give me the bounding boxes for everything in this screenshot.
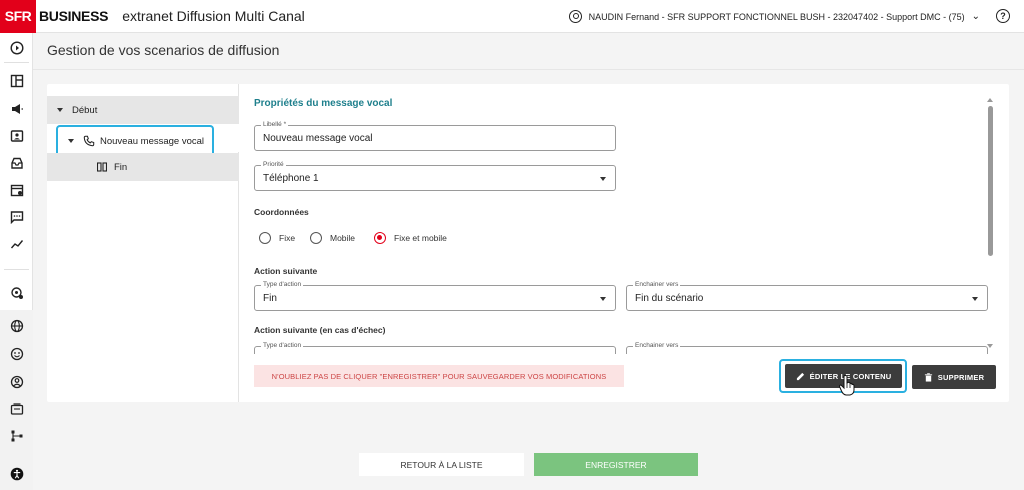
priorite-value: Téléphone 1: [263, 173, 319, 184]
enchainer-vers-echec-select[interactable]: Enchainer vers: [626, 342, 988, 354]
inbox-icon[interactable]: [0, 149, 33, 176]
back-to-list-button[interactable]: RETOUR À LA LISTE: [359, 453, 524, 476]
contact-card-icon[interactable]: [0, 122, 33, 149]
top-header: SFR BUSINESS extranet Diffusion Multi Ca…: [0, 0, 1024, 33]
message-icon[interactable]: [0, 203, 33, 230]
end-node-icon: [97, 162, 107, 172]
sfr-business-logo[interactable]: SFR BUSINESS: [0, 0, 108, 33]
radio-circle[interactable]: [310, 232, 322, 244]
type-action-label: Type d'action: [261, 281, 304, 288]
coordonnees-label: Coordonnées: [254, 207, 309, 217]
scroll-up-arrow-icon[interactable]: [987, 98, 993, 102]
play-circle-icon[interactable]: [0, 34, 33, 61]
accessibility-icon[interactable]: [0, 460, 33, 487]
folder-icon[interactable]: [0, 395, 33, 422]
priorite-label: Priorité: [261, 161, 286, 168]
tree-node-label: Fin: [114, 161, 128, 173]
form-scrollbar[interactable]: [985, 98, 995, 350]
delete-button[interactable]: SUPPRIMER: [912, 365, 996, 389]
section-title: Propriétés du message vocal: [254, 98, 393, 109]
hand-cursor-icon: [838, 375, 855, 396]
user-name: NAUDIN Fernand - SFR SUPPORT FONCTIONNEL…: [588, 11, 965, 22]
side-nav-rail: [0, 33, 33, 490]
radio-fixe[interactable]: Fixe: [259, 232, 295, 244]
user-account-icon: [568, 10, 582, 23]
type-action-select[interactable]: Type d'action Fin: [254, 281, 616, 311]
enchainer-vers-label: Enchainer vers: [633, 281, 681, 288]
phone-icon: [83, 135, 95, 147]
user-circle-icon[interactable]: [0, 368, 33, 395]
scenario-tree: Début Nouveau message vocal Fin: [47, 84, 239, 402]
libelle-label: Libellé *: [261, 121, 289, 128]
dropdown-arrow-icon: [600, 297, 606, 301]
pencil-icon: [796, 372, 804, 380]
tree-node-label: Début: [72, 104, 98, 116]
user-menu[interactable]: NAUDIN Fernand - SFR SUPPORT FONCTIONNEL…: [568, 0, 980, 33]
tree-node-label: Nouveau message vocal: [100, 135, 205, 147]
scroll-down-arrow-icon[interactable]: [987, 344, 993, 348]
radio-mobile[interactable]: Mobile: [310, 232, 355, 244]
scenario-editor-card: Début Nouveau message vocal Fin Propriét…: [47, 84, 1009, 402]
calendar-icon[interactable]: [0, 176, 33, 203]
priorite-select[interactable]: Priorité Téléphone 1: [254, 161, 616, 191]
layout-icon[interactable]: [0, 67, 33, 94]
dropdown-arrow-icon: [972, 297, 978, 301]
enchainer-vers-value: Fin du scénario: [635, 293, 704, 304]
help-icon[interactable]: ?: [996, 9, 1010, 23]
voice-message-properties: Propriétés du message vocal Libellé * No…: [240, 84, 995, 354]
radio-circle[interactable]: [259, 232, 271, 244]
dropdown-arrow-icon: [600, 177, 606, 181]
radio-label: Fixe et mobile: [394, 233, 447, 243]
type-action-value: Fin: [263, 293, 277, 304]
type-action-echec-select[interactable]: Type d'action: [254, 342, 616, 354]
enchainer-vers-echec-label: Enchainer vers: [633, 342, 681, 349]
save-button[interactable]: ENREGISTRER: [534, 453, 698, 476]
business-wordmark: BUSINESS: [39, 8, 109, 24]
type-action-echec-label: Type d'action: [261, 342, 304, 349]
libelle-field[interactable]: Libellé * Nouveau message vocal: [254, 121, 616, 151]
globe-icon[interactable]: [0, 312, 33, 339]
save-reminder-banner: N'OUBLIEZ PAS DE CLIQUER "ENREGISTRER" P…: [254, 365, 624, 387]
title-divider: [33, 69, 1024, 70]
tree-node-end[interactable]: Fin: [47, 153, 239, 181]
trash-icon: [924, 372, 932, 382]
action-suivante-label: Action suivante: [254, 266, 318, 276]
scroll-thumb[interactable]: [988, 106, 993, 256]
radio-label: Fixe: [279, 233, 296, 243]
app-title: extranet Diffusion Multi Canal: [122, 8, 305, 24]
face-icon[interactable]: [0, 340, 33, 367]
enchainer-vers-select[interactable]: Enchainer vers Fin du scénario: [626, 281, 988, 311]
radio-fixe-et-mobile[interactable]: Fixe et mobile: [374, 232, 447, 244]
sfr-logo-mark: SFR: [0, 0, 36, 33]
tree-node-start[interactable]: Début: [47, 96, 239, 124]
libelle-value: Nouveau message vocal: [263, 133, 373, 144]
caret-down-icon[interactable]: [57, 108, 63, 112]
trend-icon[interactable]: [0, 230, 33, 257]
admin-nav-group: [0, 310, 33, 490]
megaphone-icon[interactable]: [0, 95, 33, 122]
caret-down-icon[interactable]: [68, 139, 74, 143]
settings-icon[interactable]: [0, 279, 33, 306]
action-echec-label: Action suivante (en cas d'échec): [254, 325, 386, 335]
radio-label: Mobile: [330, 233, 356, 243]
delete-label: SUPPRIMER: [937, 372, 985, 382]
radio-circle-selected[interactable]: [374, 232, 386, 244]
hierarchy-icon[interactable]: [0, 422, 33, 449]
chevron-down-icon: ⌄: [971, 11, 980, 22]
page-title: Gestion de vos scenarios de diffusion: [47, 42, 280, 58]
